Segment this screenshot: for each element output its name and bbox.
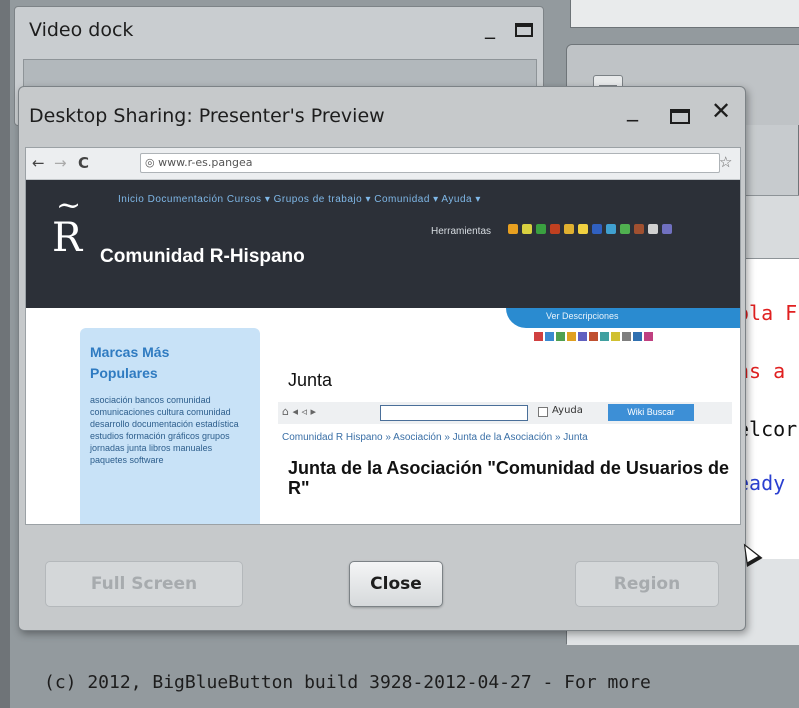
page-action-icon (567, 332, 576, 341)
address-text: ◎ www.r-es.pangea (145, 156, 253, 169)
r-logo: ~ R (50, 188, 86, 264)
wiki-search-button: Wiki Buscar (608, 404, 694, 421)
article-title: Junta de la Asociación "Comunidad de Usu… (288, 458, 729, 498)
site-body: Ver Descripciones Marcas Más Populares a… (26, 308, 740, 524)
header-swoosh: Ver Descripciones (506, 308, 740, 328)
page-action-icon (534, 332, 543, 341)
chat-message-fragment: elcor (737, 417, 798, 441)
toolbar-icon (662, 224, 672, 234)
wiki-checkbox (538, 407, 548, 417)
wiki-toolbar: ⌂ ◂ ◃ ▸ Ayuda Wiki Buscar (278, 402, 732, 424)
wiki-search-input (380, 405, 528, 421)
wiki-checkbox-label: Ayuda (552, 405, 583, 416)
video-dock-title: Video dock (29, 19, 134, 41)
toolbar-icon (606, 224, 616, 234)
toolbar-icon (564, 224, 574, 234)
page-action-icon (556, 332, 565, 341)
maximize-icon[interactable] (670, 109, 690, 124)
site-header: ~ R Comunidad R-Hispano Inicio Documenta… (26, 180, 740, 308)
page-action-icons (534, 332, 653, 341)
minimize-icon[interactable]: _ (627, 97, 638, 122)
right-top-bar (570, 0, 799, 28)
forward-icon: → (54, 154, 67, 172)
popular-tags-title: Marcas Más Populares (90, 344, 170, 381)
logo-letter: R (52, 215, 83, 261)
chat-message-fragment: ola F (737, 301, 798, 325)
page-action-icon (589, 332, 598, 341)
swoosh-text: Ver Descripciones (546, 311, 619, 321)
left-edge (0, 0, 10, 708)
minimize-icon[interactable]: _ (485, 15, 495, 39)
popular-tags-list: asociación bancos comunidad comunicacion… (90, 395, 239, 465)
page-action-icon (611, 332, 620, 341)
address-bar: ◎ www.r-es.pangea (140, 153, 720, 173)
wiki-nav-icons: ⌂ ◂ ◃ ▸ (282, 405, 317, 418)
dialog-title: Desktop Sharing: Presenter's Preview (29, 105, 385, 127)
toolbar-icon (536, 224, 546, 234)
maximize-icon[interactable] (515, 23, 533, 37)
page-heading: Junta (288, 370, 333, 390)
shared-screen-preview: ← → C ◎ www.r-es.pangea ☆ ~ R Comunidad … (25, 147, 741, 525)
site-menu: Inicio Documentación Cursos ▾ Grupos de … (118, 194, 481, 205)
toolbar-icon (648, 224, 658, 234)
full-screen-button[interactable]: Full Screen (45, 561, 243, 607)
page-action-icon (545, 332, 554, 341)
region-button[interactable]: Region (575, 561, 719, 607)
page-action-icon (578, 332, 587, 341)
breadcrumb: Comunidad R Hispano » Asociación » Junta… (282, 432, 588, 443)
site-name: Comunidad R-Hispano (100, 246, 305, 267)
toolbar-icon (550, 224, 560, 234)
tool-icons (508, 224, 672, 234)
page-action-icon (622, 332, 631, 341)
footer-copyright: (c) 2012, BigBlueButton build 3928-2012-… (44, 672, 651, 693)
close-icon[interactable]: ✕ (711, 99, 731, 123)
tools-label: Herramientas (431, 226, 492, 237)
bookmark-star-icon: ☆ (719, 153, 733, 171)
back-icon: ← (32, 154, 45, 172)
page-action-icon (600, 332, 609, 341)
close-button[interactable]: Close (349, 561, 443, 607)
toolbar-icon (592, 224, 602, 234)
toolbar-icon (620, 224, 630, 234)
reload-icon: C (78, 154, 90, 172)
toolbar-icon (578, 224, 588, 234)
popular-tags-box: Marcas Más Populares asociación bancos c… (80, 328, 260, 524)
logo-tilde: ~ (56, 188, 82, 223)
toolbar-icon (508, 224, 518, 234)
presenter-preview-dialog: Desktop Sharing: Presenter's Preview _ ✕… (18, 86, 746, 631)
toolbar-icon (634, 224, 644, 234)
browser-toolbar: ← → C ◎ www.r-es.pangea ☆ (26, 148, 740, 180)
page-action-icon (633, 332, 642, 341)
toolbar-icon (522, 224, 532, 234)
page-action-icon (644, 332, 653, 341)
